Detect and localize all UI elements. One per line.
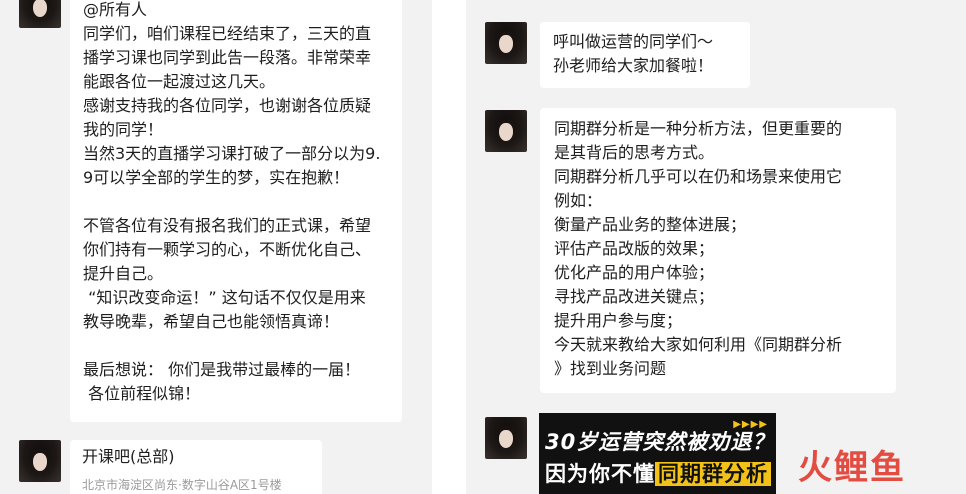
message-line: 例如： (554, 191, 603, 210)
message-line: 衡量产品业务的整体进展； (554, 215, 747, 234)
message-line: 》找到业务问题 (554, 359, 667, 378)
avatar-face (499, 430, 513, 448)
avatar-face (499, 35, 513, 53)
card-name: 开课吧(总部) (82, 447, 175, 466)
avatar[interactable] (19, 0, 61, 28)
banner-subline-highlight: 同期群分析 (655, 462, 771, 486)
message-line: 同期群分析是一种分析方法，但更重要的 (554, 119, 843, 138)
avatar-face (33, 0, 47, 17)
message-line: “知识改变命运！” 这句话不仅仅是用来 (83, 288, 366, 307)
banner-subline-text: 因为你不懂 (545, 462, 655, 486)
avatar-face (499, 123, 513, 141)
message-line: 优化产品的用户体验； (554, 263, 715, 282)
article-banner-image[interactable]: ▶▶▶▶ 30岁运营突然被劝退？ 因为你不懂 同期群分析 (539, 413, 776, 494)
message-bubble[interactable]: 呼叫做运营的同学们～ 孙老师给大家加餐啦！ (540, 22, 750, 88)
message-line: 同学们，咱们课程已经结束了，三天的直 (83, 24, 372, 43)
message-line: 我的同学！ (83, 120, 164, 139)
avatar[interactable] (485, 110, 527, 152)
card-address: 北京市海淀区尚东·数字山谷A区1号楼 (82, 478, 282, 492)
banner-subline: 因为你不懂 同期群分析 (545, 459, 771, 489)
watermark-logo: 火鲤鱼 (798, 448, 906, 488)
right-chat-panel: 呼叫做运营的同学们～ 孙老师给大家加餐啦！ 同期群分析是一种分析方法，但更重要的… (466, 0, 966, 494)
message-line: 提升用户参与度； (554, 311, 683, 330)
message-line: 寻找产品改进关键点； (554, 287, 715, 306)
message-line: 今天就来教给大家如何利用《同期群分析 (554, 335, 843, 354)
avatar[interactable] (485, 22, 527, 64)
message-line: 各位前程似锦！ (83, 384, 201, 403)
message-line: 同期群分析几乎可以在仍和场景来使用它 (554, 167, 843, 186)
message-line: 最后想说： 你们是我带过最棒的一届！ (83, 360, 361, 379)
message-line: 教导晚辈，希望自己也能领悟真谛！ (83, 312, 340, 331)
message-line (83, 334, 402, 358)
message-line: 孙老师给大家加餐啦！ (553, 56, 714, 75)
message-line: 9可以学全部的学生的梦，实在抱歉！ (83, 168, 350, 187)
message-line: 播学习课也同学到此告一段落。非常荣幸 (83, 48, 372, 67)
message-line: 提升自己。 (83, 264, 164, 283)
business-card[interactable]: 开课吧(总部) 北京市海淀区尚东·数字山谷A区1号楼 (70, 440, 322, 494)
message-line: 当然3天的直播学习课打破了一部分以为9. (83, 144, 381, 163)
banner-headline: 30岁运营突然被劝退？ (545, 430, 775, 454)
avatar-face (33, 453, 47, 471)
avatar[interactable] (19, 440, 61, 482)
message-line: @所有人 (83, 0, 148, 19)
watermark-char: 鲤 (834, 448, 870, 488)
message-line: 你们持有一颗学习的心，不断优化自己、 (83, 240, 372, 259)
message-line: 感谢支持我的各位同学，也谢谢各位质疑 (83, 96, 372, 115)
message-line: 是其背后的思考方式。 (554, 143, 715, 162)
message-line: 呼叫做运营的同学们～ (553, 32, 714, 51)
message-bubble[interactable]: @所有人 同学们，咱们课程已经结束了，三天的直 播学习课也同学到此告一段落。非常… (70, 0, 402, 422)
avatar[interactable] (485, 417, 527, 459)
message-bubble[interactable]: 同期群分析是一种分析方法，但更重要的 是其背后的思考方式。 同期群分析几乎可以在… (540, 108, 896, 393)
message-line: 不管各位有没有报名我们的正式课，希望 (83, 216, 372, 235)
watermark-char: 火 (798, 448, 834, 488)
left-chat-panel: @所有人 同学们，咱们课程已经结束了，三天的直 播学习课也同学到此告一段落。非常… (0, 0, 432, 494)
message-line (83, 190, 402, 214)
message-line: 能跟各位一起渡过这几天。 (83, 72, 276, 91)
message-line: 评估产品改版的效果； (554, 239, 715, 258)
watermark-char: 鱼 (870, 448, 906, 488)
